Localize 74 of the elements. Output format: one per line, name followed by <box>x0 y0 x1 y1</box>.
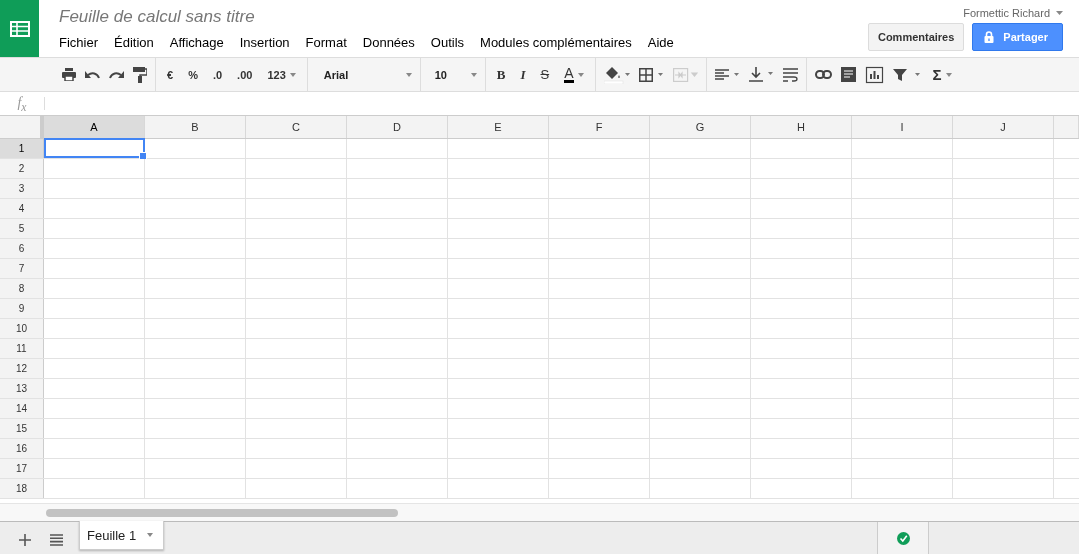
row-header[interactable]: 12 <box>0 359 44 378</box>
column-header[interactable]: A <box>44 116 145 138</box>
number-format-button[interactable]: .00 <box>234 68 256 81</box>
caret-icon[interactable] <box>1056 11 1063 15</box>
column-header[interactable]: E <box>448 116 549 138</box>
text-style-button[interactable]: I <box>517 66 529 83</box>
column-header[interactable]: D <box>347 116 448 138</box>
align-left-icon[interactable] <box>714 68 740 81</box>
scrollbar-thumb[interactable] <box>46 508 398 517</box>
number-format-button[interactable]: € <box>164 68 177 81</box>
menu-item[interactable]: Affichage <box>169 35 224 50</box>
row-header[interactable]: 5 <box>0 219 44 238</box>
row-header[interactable]: 2 <box>0 159 44 178</box>
menu-item[interactable]: Aide <box>647 35 674 50</box>
column-header[interactable]: B <box>145 116 246 138</box>
column-header[interactable]: H <box>751 116 852 138</box>
row-header[interactable]: 3 <box>0 179 44 198</box>
row-header[interactable]: 17 <box>0 459 44 478</box>
row-header[interactable]: 10 <box>0 319 44 338</box>
font-dropdown[interactable]: Arial <box>315 68 412 81</box>
menu-item[interactable]: Insertion <box>239 35 290 50</box>
functions-dropdown[interactable]: Σ <box>929 66 955 83</box>
sheet-tab[interactable]: Feuille 1 <box>79 521 165 550</box>
add-sheet-icon[interactable] <box>19 534 31 546</box>
active-cell[interactable] <box>44 138 145 158</box>
text-wrap-icon[interactable] <box>782 67 798 82</box>
column-header[interactable]: I <box>852 116 953 138</box>
row-header[interactable]: 4 <box>0 199 44 218</box>
sheets-logo[interactable] <box>0 0 39 57</box>
row-header[interactable]: 15 <box>0 419 44 438</box>
menu-item[interactable]: Données <box>362 35 415 50</box>
text-color-button[interactable]: A <box>561 66 587 83</box>
font-size-dropdown[interactable]: 10 <box>428 68 477 81</box>
text-style-button[interactable]: B <box>493 66 509 83</box>
filter-icon[interactable] <box>892 67 921 82</box>
row-header[interactable]: 11 <box>0 339 44 358</box>
document-title[interactable]: Feuille de calcul sans titre <box>59 7 255 27</box>
row-header[interactable]: 7 <box>0 259 44 278</box>
column-header[interactable]: G <box>650 116 751 138</box>
row-header[interactable]: 18 <box>0 479 44 498</box>
account-name[interactable]: Formettic Richard <box>963 7 1050 19</box>
fill-color-icon[interactable] <box>603 65 630 84</box>
number-format-button[interactable]: % <box>185 68 201 81</box>
text-style-button[interactable]: S <box>537 67 553 82</box>
lock-icon <box>984 31 995 43</box>
print-icon[interactable] <box>62 68 76 81</box>
redo-icon[interactable] <box>109 70 124 79</box>
borders-icon[interactable] <box>638 67 664 82</box>
sheet-list-icon[interactable] <box>50 534 63 546</box>
comments-button[interactable]: Commentaires <box>867 23 965 51</box>
row-header[interactable]: 9 <box>0 299 44 318</box>
undo-icon[interactable] <box>85 70 100 79</box>
row-header[interactable]: 1 <box>0 139 44 158</box>
paint-roller-icon[interactable] <box>133 66 147 83</box>
row-header[interactable]: 16 <box>0 439 44 458</box>
column-header[interactable]: F <box>549 116 650 138</box>
table-icon <box>9 20 30 37</box>
comment-icon[interactable] <box>840 67 856 82</box>
row-header[interactable]: 6 <box>0 239 44 258</box>
row-header[interactable]: 8 <box>0 279 44 298</box>
more-formats-dropdown[interactable]: 123 <box>264 68 299 81</box>
menu-item[interactable]: Format <box>305 35 347 50</box>
menu-item[interactable]: Fichier <box>59 35 98 50</box>
link-icon[interactable] <box>814 70 832 79</box>
number-format-button[interactable]: .0 <box>209 68 226 81</box>
menu-item[interactable]: Édition <box>114 35 154 50</box>
chart-icon[interactable] <box>864 65 884 84</box>
column-header[interactable]: C <box>246 116 347 138</box>
menu-item[interactable]: Modules complémentaires <box>480 35 632 50</box>
column-header[interactable]: J <box>953 116 1054 138</box>
row-header[interactable]: 13 <box>0 379 44 398</box>
row-header[interactable]: 14 <box>0 399 44 418</box>
vertical-align-bottom-icon[interactable] <box>748 67 774 82</box>
menu-item[interactable]: Outils <box>430 35 465 50</box>
